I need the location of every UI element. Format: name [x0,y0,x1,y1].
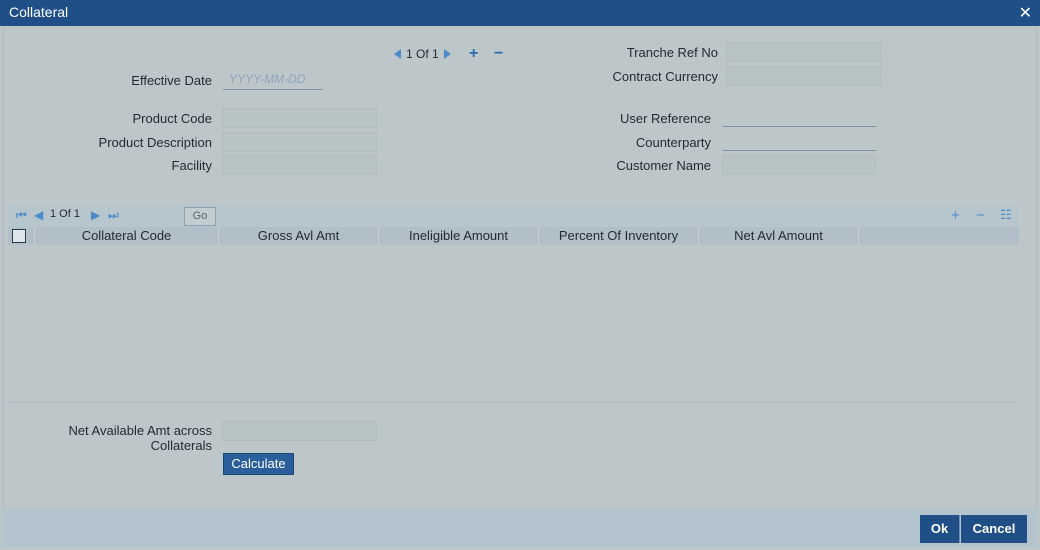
effective-date-field[interactable]: YYYY-MM-DD [223,70,323,90]
product-description-field[interactable] [222,132,377,152]
previous-record-icon[interactable] [394,49,401,59]
column-percent-of-inventory[interactable]: Percent Of Inventory [539,227,699,245]
ok-button[interactable]: Ok [920,515,960,543]
column-gross-avl-amt[interactable]: Gross Avl Amt [219,227,379,245]
facility-field[interactable] [222,155,377,175]
record-pager: 1 Of 1 [394,47,451,61]
net-available-field[interactable] [222,421,377,441]
user-reference-field[interactable] [722,107,876,127]
cancel-button[interactable]: Cancel [961,515,1027,543]
next-record-icon[interactable] [443,49,451,59]
column-net-avl-amount[interactable]: Net Avl Amount [699,227,859,245]
product-description-label: Product Description [98,135,212,150]
contract-currency-label: Contract Currency [612,69,718,84]
counterparty-field[interactable] [722,131,876,151]
user-reference-label: User Reference [619,111,711,126]
column-collateral-code[interactable]: Collateral Code [35,227,219,245]
window-titlebar: Collateral ✕ [0,0,1040,26]
grid-toolbar [8,205,1019,227]
remove-row-icon[interactable]: − [976,207,985,224]
remove-record-icon[interactable]: − [494,45,503,63]
go-button[interactable]: Go [184,207,216,226]
close-icon[interactable]: ✕ [1019,3,1032,23]
previous-page-icon[interactable]: ◀ [34,208,43,222]
net-available-label: Net Available Amt across Collaterals [68,423,212,453]
effective-date-label: Effective Date [131,73,212,88]
dialog-footer [3,509,1037,546]
net-available-label-line1: Net Available Amt across [68,423,212,438]
customer-name-label: Customer Name [616,158,711,173]
record-pager-text: 1 Of 1 [406,47,439,61]
customer-name-field[interactable] [722,155,876,175]
contract-currency-field[interactable] [726,66,881,86]
counterparty-label: Counterparty [635,135,711,150]
grid-body [8,245,1019,403]
product-code-label: Product Code [132,111,213,126]
grid-pager-text: 1 Of 1 [50,208,80,220]
list-view-icon[interactable]: ☷ [1000,207,1012,223]
select-all-cell [8,227,35,245]
column-ineligible-amount[interactable]: Ineligible Amount [379,227,539,245]
facility-label: Facility [171,158,212,173]
add-record-icon[interactable]: + [469,45,478,63]
window-title: Collateral [9,4,69,20]
calculate-button[interactable]: Calculate [223,453,294,475]
tranche-ref-no-label: Tranche Ref No [626,45,718,60]
next-page-icon[interactable]: ▶ [91,208,100,222]
net-available-label-line2: Collaterals [150,438,212,453]
first-page-icon[interactable]: ⏮ [16,208,27,223]
tranche-ref-no-field[interactable] [726,42,881,62]
effective-date-placeholder: YYYY-MM-DD [229,72,306,86]
grid-header: Collateral Code Gross Avl Amt Ineligible… [8,227,1019,245]
add-row-icon[interactable]: + [951,207,960,224]
select-all-checkbox[interactable] [12,229,26,243]
last-page-icon[interactable]: ⏭ [108,208,119,223]
product-code-field[interactable] [222,108,377,128]
